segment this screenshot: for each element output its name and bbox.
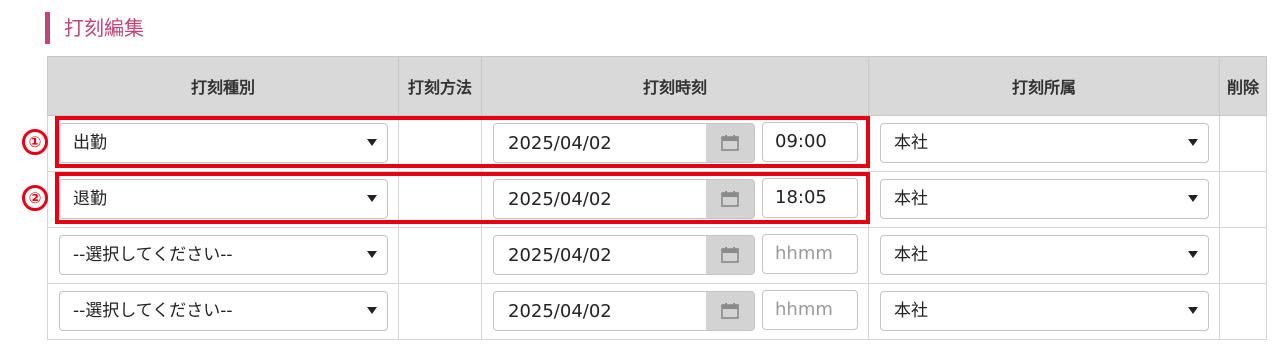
punch-type-value: 出勤 bbox=[73, 133, 107, 153]
calendar-icon bbox=[721, 247, 739, 263]
chevron-down-icon bbox=[1188, 195, 1198, 202]
type-cell: --選択してください-- bbox=[47, 227, 399, 284]
header-delete: 削除 bbox=[1219, 56, 1267, 116]
time-input[interactable]: hhmm bbox=[762, 234, 858, 274]
chevron-down-icon bbox=[1188, 251, 1198, 258]
date-input[interactable]: 2025/04/02 bbox=[493, 291, 755, 331]
delete-cell bbox=[1219, 283, 1267, 340]
dept-value: 本社 bbox=[894, 301, 928, 321]
dept-value: 本社 bbox=[894, 189, 928, 209]
date-input[interactable]: 2025/04/02 bbox=[493, 179, 755, 219]
type-cell: --選択してください-- bbox=[47, 283, 399, 340]
dept-select[interactable]: 本社 bbox=[880, 179, 1209, 219]
chevron-down-icon bbox=[1188, 139, 1198, 146]
punch-type-select[interactable]: --選択してください-- bbox=[59, 291, 388, 331]
date-value: 2025/04/02 bbox=[508, 189, 612, 210]
header-punch-type: 打刻種別 bbox=[47, 56, 399, 116]
calendar-icon bbox=[721, 303, 739, 319]
time-cell: 2025/04/02 18:05 bbox=[481, 171, 869, 228]
chevron-down-icon bbox=[367, 251, 377, 258]
calendar-button[interactable] bbox=[706, 292, 754, 330]
table-row: --選択してください-- 2025/04/02 hhmm 本社 bbox=[47, 227, 1267, 284]
time-input[interactable]: 18:05 bbox=[762, 178, 858, 218]
dept-cell: 本社 bbox=[868, 115, 1220, 172]
chevron-down-icon bbox=[367, 307, 377, 314]
method-cell bbox=[398, 283, 482, 340]
date-value: 2025/04/02 bbox=[508, 133, 612, 154]
dept-cell: 本社 bbox=[868, 283, 1220, 340]
calendar-button[interactable] bbox=[706, 124, 754, 162]
time-cell: 2025/04/02 09:00 bbox=[481, 115, 869, 172]
annotation-marker-1: ① bbox=[22, 129, 48, 155]
date-input[interactable]: 2025/04/02 bbox=[493, 123, 755, 163]
punch-type-value: --選択してください-- bbox=[73, 245, 233, 265]
table-row: 出勤 2025/04/02 09:00 本社 bbox=[47, 115, 1267, 172]
date-input[interactable]: 2025/04/02 bbox=[493, 235, 755, 275]
table-row: 退勤 2025/04/02 18:05 本社 bbox=[47, 171, 1267, 228]
method-cell bbox=[398, 227, 482, 284]
dept-cell: 本社 bbox=[868, 171, 1220, 228]
dept-value: 本社 bbox=[894, 133, 928, 153]
punch-edit-table: 打刻種別 打刻方法 打刻時刻 打刻所属 削除 出勤 2025/04/02 09:… bbox=[47, 56, 1267, 340]
calendar-button[interactable] bbox=[706, 180, 754, 218]
time-cell: 2025/04/02 hhmm bbox=[481, 227, 869, 284]
chevron-down-icon bbox=[1188, 307, 1198, 314]
punch-type-select[interactable]: --選択してください-- bbox=[59, 235, 388, 275]
calendar-button[interactable] bbox=[706, 236, 754, 274]
table-row: --選択してください-- 2025/04/02 hhmm 本社 bbox=[47, 283, 1267, 340]
method-cell bbox=[398, 115, 482, 172]
time-cell: 2025/04/02 hhmm bbox=[481, 283, 869, 340]
calendar-icon bbox=[721, 191, 739, 207]
delete-cell bbox=[1219, 227, 1267, 284]
dept-select[interactable]: 本社 bbox=[880, 235, 1209, 275]
type-cell: 出勤 bbox=[47, 115, 399, 172]
time-input[interactable]: 09:00 bbox=[762, 122, 858, 162]
annotation-marker-2: ② bbox=[22, 185, 48, 211]
dept-value: 本社 bbox=[894, 245, 928, 265]
table-header-row: 打刻種別 打刻方法 打刻時刻 打刻所属 削除 bbox=[47, 56, 1267, 116]
section-title: 打刻編集 bbox=[45, 12, 144, 44]
calendar-icon bbox=[721, 135, 739, 151]
header-punch-time: 打刻時刻 bbox=[481, 56, 869, 116]
dept-select[interactable]: 本社 bbox=[880, 123, 1209, 163]
dept-cell: 本社 bbox=[868, 227, 1220, 284]
method-cell bbox=[398, 171, 482, 228]
date-value: 2025/04/02 bbox=[508, 301, 612, 322]
header-punch-method: 打刻方法 bbox=[398, 56, 482, 116]
delete-cell bbox=[1219, 115, 1267, 172]
punch-type-select[interactable]: 退勤 bbox=[59, 179, 388, 219]
chevron-down-icon bbox=[367, 195, 377, 202]
punch-type-value: 退勤 bbox=[73, 189, 107, 209]
date-value: 2025/04/02 bbox=[508, 245, 612, 266]
punch-type-select[interactable]: 出勤 bbox=[59, 123, 388, 163]
header-punch-dept: 打刻所属 bbox=[868, 56, 1220, 116]
time-input[interactable]: hhmm bbox=[762, 290, 858, 330]
dept-select[interactable]: 本社 bbox=[880, 291, 1209, 331]
chevron-down-icon bbox=[367, 139, 377, 146]
type-cell: 退勤 bbox=[47, 171, 399, 228]
delete-cell bbox=[1219, 171, 1267, 228]
punch-type-value: --選択してください-- bbox=[73, 301, 233, 321]
